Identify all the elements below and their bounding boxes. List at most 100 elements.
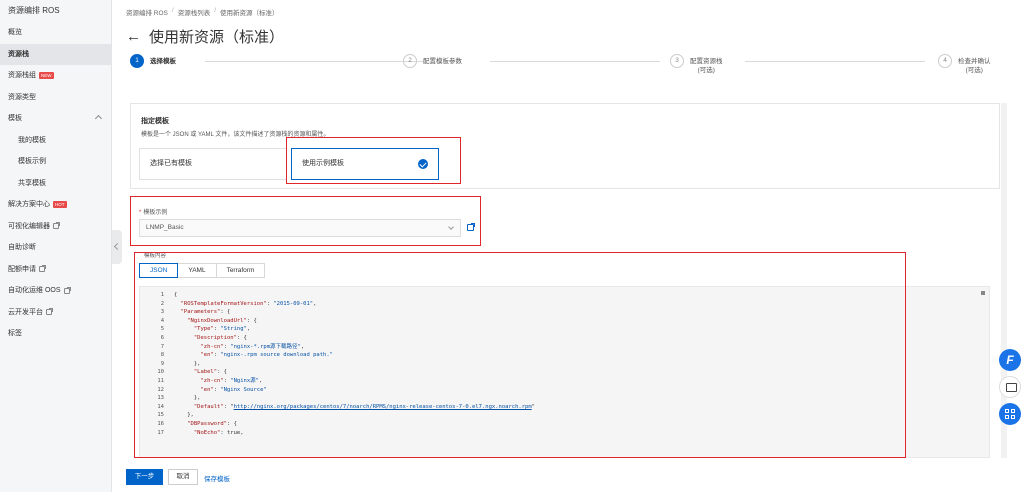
step-label: 配置模板参数 (423, 58, 462, 65)
step-number: 4 (938, 54, 952, 68)
code-line: "NoEcho": true, (193, 429, 244, 436)
sidebar-item[interactable]: 云开发平台 (0, 302, 111, 324)
assistant-icon[interactable]: F (999, 349, 1021, 371)
sidebar-item[interactable]: 可视化编辑器 (0, 216, 111, 238)
specify-template-title: 指定模板 (141, 118, 169, 125)
title-row: ← 使用新资源（标准） (126, 26, 284, 47)
line-number: 16 (157, 420, 164, 427)
breadcrumb-separator: / (171, 7, 174, 14)
template-example-select[interactable]: LNMP_Basic (139, 219, 461, 237)
next-button[interactable]: 下一步 (126, 469, 163, 485)
line-number: 13 (157, 395, 164, 402)
chat-icon[interactable] (999, 376, 1021, 398)
line-number: 8 (160, 352, 164, 359)
sidebar-item[interactable]: 标签 (0, 323, 111, 345)
line-number: 14 (157, 403, 164, 410)
chevron-up-icon[interactable] (94, 114, 103, 123)
step-label-sub: (可选) (965, 67, 983, 74)
code-line: "zh-cn": "nginx-*.rpm源下载路径", (200, 343, 305, 350)
external-link-icon (46, 308, 53, 316)
format-tabs: JSON YAML Terraform (139, 263, 266, 278)
sidebar-item[interactable]: 我的模板 (0, 130, 111, 152)
code-line: }, (174, 412, 194, 419)
breadcrumb: 资源编排 ROS / 资源栈列表 / 使用新资源（标准） (126, 7, 279, 17)
step-label-sub: (可选) (697, 67, 715, 74)
sidebar-item[interactable]: 自动化运维 OOS (0, 280, 111, 302)
code-line: "DBPassword": { (187, 420, 237, 427)
grid-cell (1011, 409, 1015, 413)
sidebar-item-label: 云开发平台 (8, 308, 43, 316)
sidebar-item-label: 标签 (8, 330, 22, 337)
sidebar-item[interactable]: 解决方案中心 HOT (0, 194, 111, 216)
line-number: 17 (157, 429, 164, 436)
chevron-down-icon (448, 224, 454, 230)
line-number: 2 (160, 300, 164, 307)
option-sample-template[interactable]: 使用示例模板 (291, 148, 439, 180)
back-arrow-icon[interactable]: ← (126, 28, 141, 45)
code-line: "Description": { (193, 334, 247, 341)
code-line: "Type": "String", (193, 326, 251, 333)
code-line: "Default": "http://nginx.org/packages/ce… (193, 403, 535, 410)
step-label: 检查并确认 (可选) (958, 54, 991, 75)
line-number: 10 (157, 369, 164, 376)
external-link-icon (39, 265, 46, 273)
step-3: 3 配置资源栈 (可选) (670, 54, 723, 75)
step-label-main: 配置资源栈 (690, 58, 723, 65)
step-number: 3 (670, 54, 684, 68)
step-number: 1 (130, 54, 144, 68)
code-line: "Parameters": { (180, 309, 231, 316)
breadcrumb-item-ros[interactable]: 资源编排 ROS (126, 7, 168, 17)
breadcrumb-item-stack-list[interactable]: 资源栈列表 (178, 7, 211, 17)
line-number: 15 (157, 412, 164, 419)
line-number: 7 (160, 343, 164, 350)
specify-template-description: 模板是一个 JSON 或 YAML 文件，该文件描述了资源栈的资源和属性。 (141, 132, 330, 138)
external-link-icon[interactable] (467, 223, 475, 231)
sidebar-item[interactable]: 配额申请 (0, 259, 111, 281)
sidebar-badge: HOT (53, 201, 67, 209)
code-content[interactable]: { "ROSTemplateFormatVersion": "2015-09-0… (174, 291, 535, 437)
option-sample-template-label: 使用示例模板 (302, 160, 344, 167)
sidebar-item[interactable]: 资源类型 (0, 87, 111, 109)
line-number: 9 (160, 360, 164, 367)
step-connector (745, 61, 925, 62)
grid-cell (1005, 415, 1009, 419)
editor-minimap[interactable] (981, 291, 985, 295)
sidebar-badge: NEW (39, 72, 54, 80)
step-indicator: 1 选择模板 2 配置模板参数 3 配置资源栈 (可选) 4 检查并确认 (可选… (130, 54, 1010, 84)
breadcrumb-separator: / (214, 7, 217, 14)
code-line: "en": "nginx-.rpm source download path." (200, 352, 333, 359)
check-circle-icon (418, 159, 428, 169)
sidebar-item-label: 可视化编辑器 (8, 222, 50, 230)
tab-json[interactable]: JSON (139, 263, 179, 278)
sidebar-item-label: 共享模板 (18, 179, 46, 187)
sidebar-item-label: 解决方案中心 (8, 201, 50, 208)
tab-terraform[interactable]: Terraform (215, 263, 266, 278)
sidebar-collapse-handle[interactable] (112, 230, 122, 264)
sidebar-item[interactable]: 模板示例 (0, 151, 111, 173)
code-line: "NginxDownloadUrl": { (187, 317, 257, 324)
sidebar-item[interactable]: 概览 (0, 22, 111, 44)
apps-grid-icon[interactable] (999, 403, 1021, 425)
line-numbers: 1 2 3 4 5 6 7 8 9 10 11 12 13 14 15 16 17 (140, 291, 164, 437)
sidebar-item[interactable]: 共享模板 (0, 173, 111, 195)
line-number: 6 (160, 334, 164, 341)
sidebar-item[interactable]: 模板 (0, 108, 111, 130)
code-line: "zh-cn": "Nginx源", (200, 377, 263, 384)
tab-yaml[interactable]: YAML (177, 263, 217, 278)
template-example-label-text: 模板示例 (143, 210, 168, 216)
option-existing-template[interactable]: 选择已有模板 (139, 148, 287, 180)
step-label-main: 检查并确认 (958, 58, 991, 65)
line-number: 5 (160, 326, 164, 333)
sidebar-item[interactable]: 资源栈 (0, 43, 111, 65)
grid-cell (1005, 409, 1009, 413)
sidebar-title: 资源编排 ROS (8, 6, 60, 15)
sidebar-item[interactable]: 自助诊断 (0, 237, 111, 259)
sidebar-item-label: 资源栈 (8, 50, 29, 58)
step-label: 选择模板 (150, 58, 176, 65)
step-label: 配置资源栈 (可选) (690, 54, 723, 75)
sidebar-item[interactable]: 资源栈组 NEW (0, 65, 111, 87)
save-template-link[interactable]: 保存模板 (204, 473, 230, 483)
cancel-button[interactable]: 取消 (168, 469, 198, 485)
code-editor[interactable]: 1 2 3 4 5 6 7 8 9 10 11 12 13 14 15 16 17 { "ROSTemplate… (139, 286, 990, 458)
template-example-label: * 模板示例 (139, 207, 167, 216)
